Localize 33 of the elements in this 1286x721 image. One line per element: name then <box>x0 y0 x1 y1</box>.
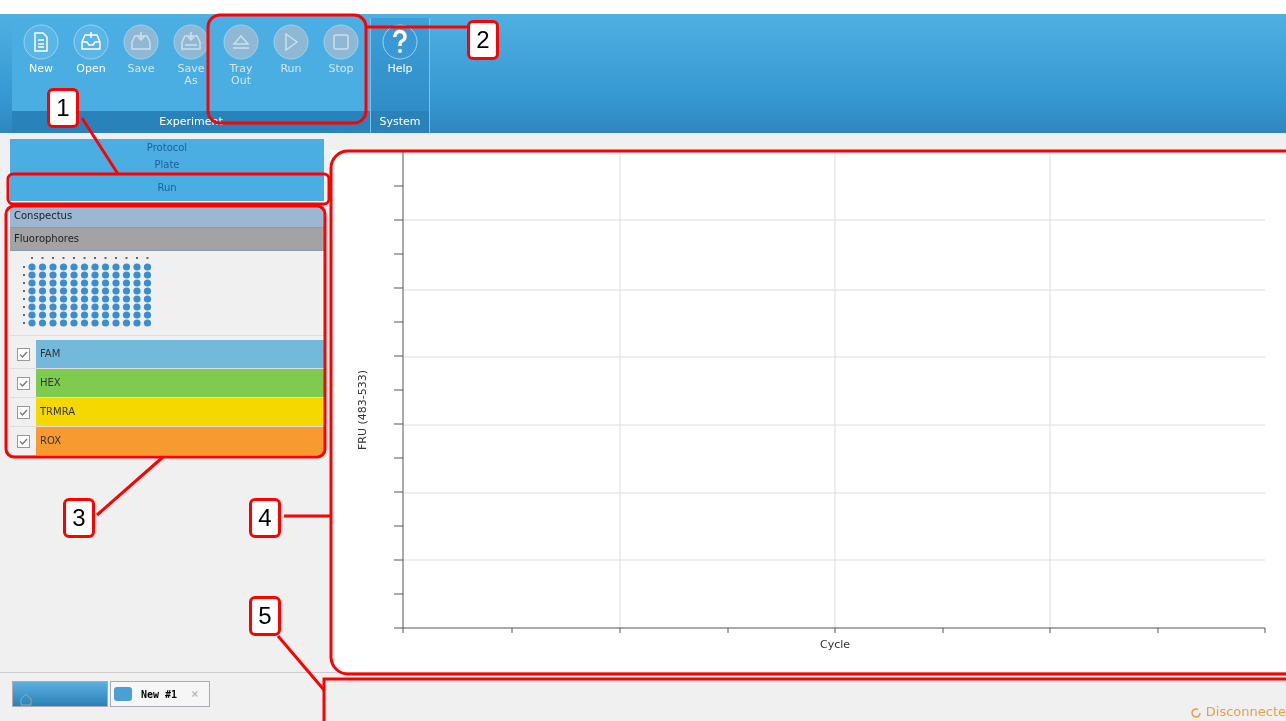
eject-icon <box>223 24 259 60</box>
refresh-icon <box>1189 707 1202 719</box>
nav-button[interactable]: Plate <box>10 156 324 173</box>
y-axis-label: FRU (483-533) <box>355 369 369 451</box>
fluorophore-label: FAM <box>36 340 324 368</box>
callout-number: 2 <box>467 20 499 60</box>
callout-number: 5 <box>249 596 281 636</box>
checkbox[interactable] <box>16 405 30 419</box>
help-button[interactable]: Help <box>375 18 425 111</box>
checkbox[interactable] <box>16 347 30 361</box>
callout-number: 4 <box>249 498 281 538</box>
checkbox[interactable] <box>16 376 30 390</box>
document-icon <box>23 24 59 60</box>
x-axis-label: Cycle <box>820 638 851 651</box>
close-icon[interactable]: × <box>191 687 199 701</box>
download-icon <box>123 24 159 60</box>
fluorophore-label: ROX <box>36 427 324 455</box>
connection-status: Disconnecte <box>1205 704 1286 719</box>
checkbox[interactable] <box>16 434 30 448</box>
callout-number: 3 <box>63 498 95 538</box>
fluorophore-label: TRMRA <box>36 398 324 426</box>
inbox-icon <box>73 24 109 60</box>
house-icon <box>19 692 33 706</box>
ribbon-group-label: System <box>371 111 429 133</box>
stop-icon <box>323 24 359 60</box>
fluorophore-label: HEX <box>36 369 324 397</box>
play-icon <box>273 24 309 60</box>
folder-icon <box>113 686 133 702</box>
document-tab[interactable]: New #1 × <box>110 681 210 707</box>
help-icon <box>382 24 418 60</box>
download-icon <box>173 24 209 60</box>
nav-button[interactable]: Protocol <box>10 139 324 156</box>
section-header[interactable]: Fluorophores <box>10 228 324 251</box>
